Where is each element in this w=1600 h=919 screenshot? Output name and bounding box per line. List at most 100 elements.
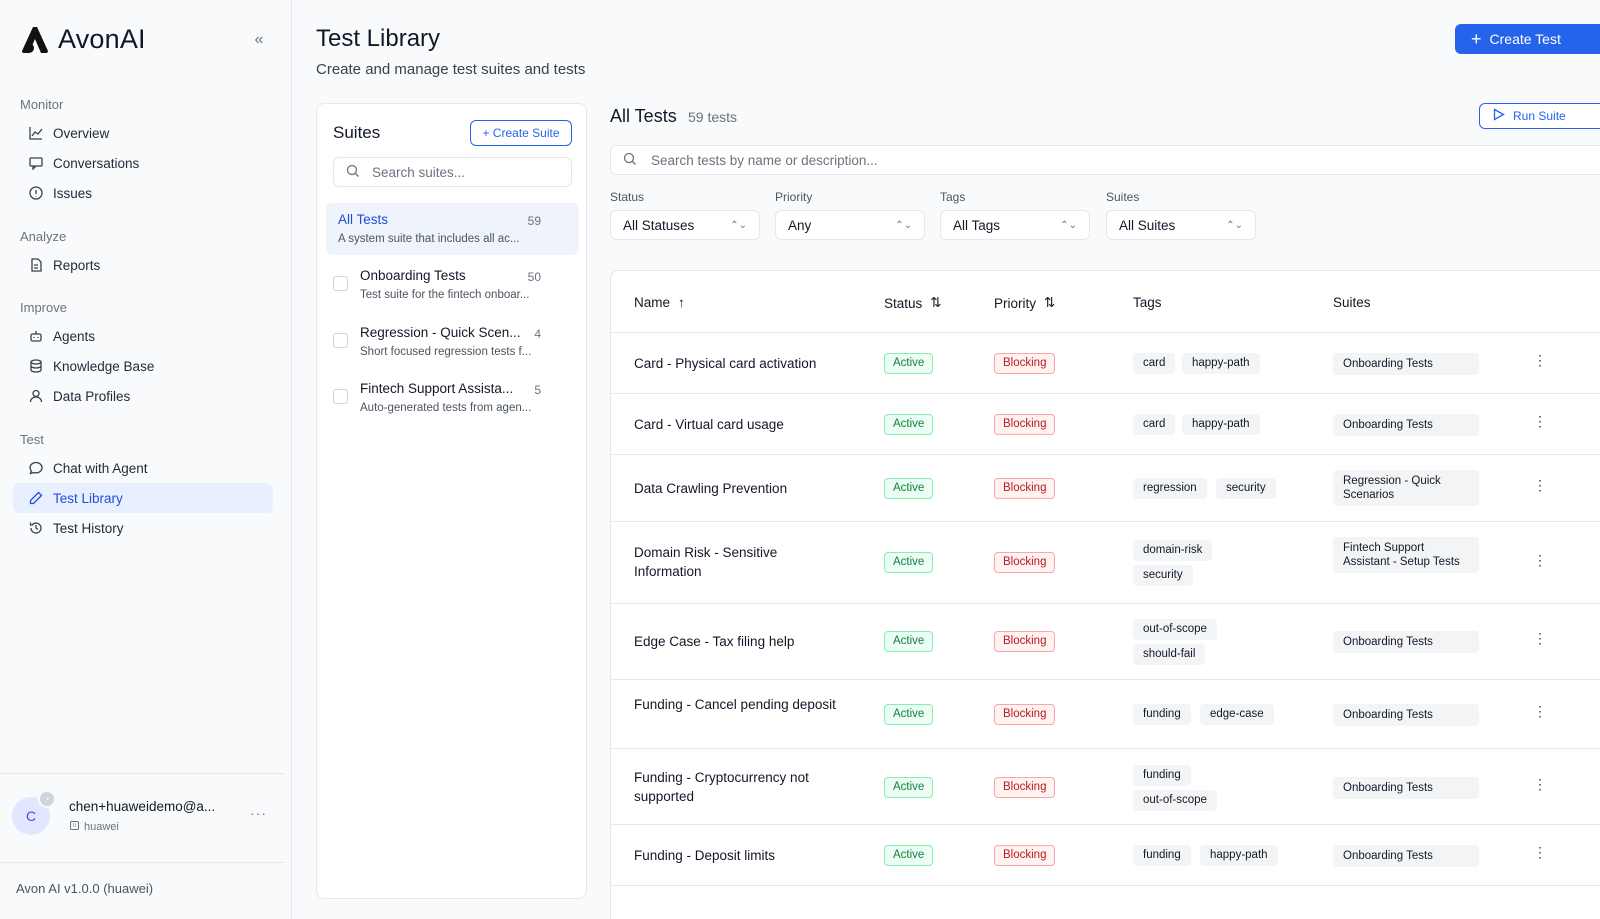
column-header-status[interactable]: Status ⇅ xyxy=(884,295,942,311)
table-row[interactable]: Funding - Deposit limits Active Blocking… xyxy=(611,824,1600,885)
test-search-input[interactable]: Search tests by name or description... xyxy=(610,145,1600,175)
chat-bubble-icon xyxy=(29,461,43,475)
sidebar-item-data-profiles[interactable]: Data Profiles xyxy=(13,381,273,411)
column-label: Status xyxy=(884,295,923,311)
tag-chip: funding xyxy=(1133,765,1191,786)
tag-chip: security xyxy=(1133,565,1193,586)
priority-badge: Blocking xyxy=(994,552,1056,573)
suite-checkbox[interactable] xyxy=(333,333,348,348)
suite-desc: Short focused regression tests f... xyxy=(360,346,532,358)
suite-item-fintech-support[interactable]: Fintech Support Assista... 5 Auto-genera… xyxy=(326,372,579,424)
sidebar-item-test-library[interactable]: Test Library xyxy=(13,483,273,513)
run-suite-button[interactable]: Run Suite xyxy=(1479,103,1600,129)
avatar-badge-icon: ◔ xyxy=(38,790,56,808)
more-vertical-icon[interactable]: ⋮ xyxy=(1533,777,1547,791)
table-row[interactable]: Edge Case - Tax filing help Active Block… xyxy=(611,603,1600,679)
table-row[interactable]: Domain Risk - Sensitive Information Acti… xyxy=(611,521,1600,603)
search-icon xyxy=(346,164,360,181)
priority-filter-select[interactable]: Any ⌃⌄ xyxy=(775,210,925,240)
suite-item-onboarding-tests[interactable]: Onboarding Tests 50 Test suite for the f… xyxy=(326,259,579,311)
user-org: huawei xyxy=(69,820,119,834)
tests-count: 59 tests xyxy=(688,109,738,125)
sidebar-item-label: Reports xyxy=(53,257,101,273)
tag-chip: happy-path xyxy=(1182,353,1260,374)
more-horizontal-icon[interactable]: ··· xyxy=(250,805,267,821)
filter-value: All Statuses xyxy=(623,217,695,233)
status-badge: Active xyxy=(884,704,934,725)
all-tests-title: All Tests xyxy=(610,106,677,126)
tags-filter-select[interactable]: All Tags ⌃⌄ xyxy=(940,210,1090,240)
test-name: Funding - Deposit limits xyxy=(634,848,776,863)
sidebar-item-knowledge-base[interactable]: Knowledge Base xyxy=(13,351,273,381)
user-org-name: huawei xyxy=(84,821,119,833)
suite-name: Fintech Support Assista... xyxy=(360,381,514,396)
table-row[interactable]: Funding - Cancel pending deposit Active … xyxy=(611,679,1600,748)
sidebar-item-label: Agents xyxy=(53,328,96,344)
more-vertical-icon[interactable]: ⋮ xyxy=(1533,631,1547,645)
priority-badge: Blocking xyxy=(994,631,1056,652)
sidebar-item-agents[interactable]: Agents xyxy=(13,321,273,351)
sidebar-item-conversations[interactable]: Conversations xyxy=(13,148,273,178)
suite-item-all-tests[interactable]: All Tests 59 A system suite that include… xyxy=(326,203,579,255)
nav-section-monitor: Monitor xyxy=(20,97,64,112)
sidebar-item-label: Data Profiles xyxy=(53,388,131,404)
search-icon xyxy=(623,152,637,169)
chart-line-icon xyxy=(29,126,43,140)
suite-search-input[interactable]: Search suites... xyxy=(333,157,572,187)
suite-checkbox[interactable] xyxy=(333,389,348,404)
table-row[interactable] xyxy=(611,885,1600,919)
tests-table: Name ↑ Status ⇅ Priority ⇅ Tags Suites C… xyxy=(610,270,1600,919)
more-vertical-icon[interactable]: ⋮ xyxy=(1533,478,1547,492)
suite-checkbox[interactable] xyxy=(333,276,348,291)
sidebar-item-label: Chat with Agent xyxy=(53,460,148,476)
status-filter-select[interactable]: All Statuses ⌃⌄ xyxy=(610,210,760,240)
create-test-button[interactable]: + Create Test xyxy=(1455,24,1600,54)
app-logo[interactable]: AvonAI xyxy=(20,24,146,55)
suite-item-regression[interactable]: Regression - Quick Scen... 4 Short focus… xyxy=(326,316,579,368)
create-suite-button[interactable]: + Create Suite xyxy=(470,120,572,146)
priority-badge: Blocking xyxy=(994,414,1056,435)
column-header-priority[interactable]: Priority ⇅ xyxy=(994,295,1055,311)
tag-chip: domain-risk xyxy=(1133,540,1213,561)
column-label: Suites xyxy=(1333,295,1371,310)
more-vertical-icon[interactable]: ⋮ xyxy=(1533,845,1547,859)
suite-name: Regression - Quick Scen... xyxy=(360,325,521,340)
filter-value: All Tags xyxy=(953,217,1001,233)
test-name: Card - Physical card activation xyxy=(634,356,817,371)
status-badge: Active xyxy=(884,777,934,798)
sidebar-item-issues[interactable]: Issues xyxy=(13,178,273,208)
more-vertical-icon[interactable]: ⋮ xyxy=(1533,414,1547,428)
table-row[interactable]: Card - Virtual card usage Active Blockin… xyxy=(611,393,1600,454)
status-badge: Active xyxy=(884,552,934,573)
more-vertical-icon[interactable]: ⋮ xyxy=(1533,704,1547,718)
test-search-placeholder: Search tests by name or description... xyxy=(651,152,878,168)
suites-panel: Suites + Create Suite Search suites... A… xyxy=(316,103,587,899)
sidebar-item-overview[interactable]: Overview xyxy=(13,118,273,148)
suite-desc: Auto-generated tests from agen... xyxy=(360,402,532,414)
app-name: AvonAI xyxy=(58,24,146,54)
suite-count: 4 xyxy=(534,327,541,341)
sidebar-item-chat-with-agent[interactable]: Chat with Agent xyxy=(13,453,273,483)
column-header-name[interactable]: Name ↑ xyxy=(634,295,685,310)
column-label: Priority xyxy=(994,295,1037,311)
tag-chip: out-of-scope xyxy=(1133,790,1217,811)
more-vertical-icon[interactable]: ⋮ xyxy=(1533,353,1547,367)
user-menu[interactable]: C ◔ chen+huaweidemo@a... huawei ··· xyxy=(0,773,285,863)
table-row[interactable]: Funding - Cryptocurrency not supported A… xyxy=(611,748,1600,824)
suites-filter-select[interactable]: All Suites ⌃⌄ xyxy=(1106,210,1256,240)
column-header-tags: Tags xyxy=(1133,295,1162,310)
more-vertical-icon[interactable]: ⋮ xyxy=(1533,553,1547,567)
collapse-sidebar-icon[interactable]: « xyxy=(250,31,268,49)
sidebar-item-label: Issues xyxy=(53,185,93,201)
sidebar-item-test-history[interactable]: Test History xyxy=(13,513,273,543)
sidebar-item-label: Test Library xyxy=(53,490,123,506)
sidebar-item-reports[interactable]: Reports xyxy=(13,250,273,280)
table-row[interactable]: Card - Physical card activation Active B… xyxy=(611,332,1600,393)
priority-badge: Blocking xyxy=(994,777,1056,798)
page-subtitle: Create and manage test suites and tests xyxy=(316,61,586,78)
tag-chip: funding xyxy=(1133,704,1191,725)
play-icon xyxy=(1492,108,1505,124)
nav-section-test: Test xyxy=(20,432,44,447)
table-row[interactable]: Data Crawling Prevention Active Blocking… xyxy=(611,454,1600,521)
chevron-updown-icon: ⌃⌄ xyxy=(1060,219,1077,231)
